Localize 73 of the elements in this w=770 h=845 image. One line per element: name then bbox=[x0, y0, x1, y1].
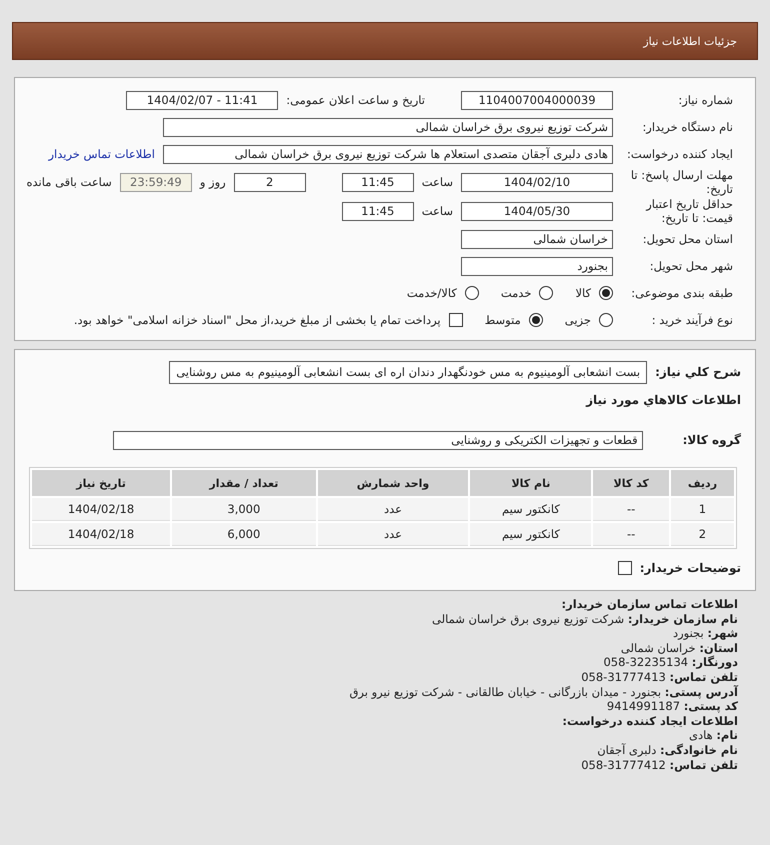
table-cell: عدد bbox=[318, 498, 468, 521]
countdown-timer: 23:59:49 bbox=[120, 172, 192, 192]
table-cell: -- bbox=[593, 498, 669, 521]
field-label: شماره نیاز: bbox=[677, 93, 733, 107]
field-label: کالا bbox=[575, 286, 591, 300]
input-field[interactable]: 11:45 bbox=[342, 202, 414, 220]
table-cell: 3,000 bbox=[172, 498, 316, 521]
radio-button[interactable] bbox=[528, 313, 543, 327]
field-label: ساعت باقی مانده bbox=[26, 175, 112, 189]
column-header: تاریخ نیاز bbox=[32, 470, 170, 496]
input-field[interactable]: 2 bbox=[234, 172, 306, 192]
column-header: کد کالا bbox=[593, 470, 669, 496]
input-field[interactable]: 1104007004000039 bbox=[461, 90, 613, 110]
contact-link[interactable]: اطلاعات تماس خریدار bbox=[48, 147, 155, 161]
contact-line: نام خانوادگی: دلبری آجقان bbox=[597, 742, 738, 758]
column-header: نام کالا bbox=[470, 470, 592, 496]
field-label: حداقل تاریخ اعتبار قیمت: تا تاریخ: bbox=[644, 197, 733, 225]
radio-button[interactable] bbox=[599, 313, 613, 327]
field-label: پرداخت تمام یا بخشی از مبلغ خرید،از محل "اسناد خزانه اسلامی" خواهد بود. bbox=[74, 313, 441, 327]
table-cell: کانکتور سیم bbox=[470, 523, 592, 546]
input-field[interactable]: خراسان شمالی bbox=[461, 230, 613, 248]
field-label: توضیحات خریدار: bbox=[640, 561, 741, 575]
field-label: ایجاد کننده درخواست: bbox=[626, 147, 733, 161]
field-label: ساعت bbox=[422, 175, 453, 189]
input-field[interactable]: شرکت توزیع نیروی برق خراسان شمالی bbox=[163, 118, 613, 136]
field-label: مهلت ارسال پاسخ: تا تاریخ: bbox=[630, 168, 733, 196]
field-label: متوسط bbox=[484, 313, 521, 327]
field-label: تاریخ و ساعت اعلان عمومی: bbox=[286, 93, 425, 107]
section-heading: اطلاعات کالاهاي مورد نياز bbox=[584, 393, 741, 407]
radio-button[interactable] bbox=[539, 286, 554, 300]
contact-line: آدرس پستی: بجنورد - میدان بازرگانی - خیابان طالقانی - شرکت توزیع نیرو برق bbox=[349, 684, 738, 700]
field-label: کالا/خدمت bbox=[406, 286, 457, 300]
field-label: خدمت bbox=[500, 286, 532, 300]
input-field[interactable]: بجنورد bbox=[461, 256, 613, 276]
field-label: ساعت bbox=[422, 204, 453, 218]
contact-line: شهر: بجنورد bbox=[672, 626, 738, 641]
input-field[interactable]: 1404/02/07 - 11:41 bbox=[126, 90, 278, 110]
page-title: جزئیات اطلاعات نیاز bbox=[643, 34, 737, 48]
table-cell: 1404/02/18 bbox=[32, 523, 170, 546]
input-field[interactable]: هادی دلبری آجقان متصدی استعلام ها شرکت توزیع نیروی برق خراسان شمالی bbox=[163, 144, 613, 164]
field-label: استان محل تحویل: bbox=[642, 232, 733, 246]
field-label: شهر محل تحویل: bbox=[648, 259, 733, 273]
checkbox[interactable] bbox=[618, 561, 632, 575]
input-field[interactable]: 11:45 bbox=[342, 172, 414, 192]
table-cell: 1 bbox=[670, 498, 734, 521]
table-cell: -- bbox=[593, 523, 669, 546]
field-label: گروه کالا: bbox=[682, 433, 741, 447]
contact-line: نام: هادی bbox=[688, 728, 738, 743]
field-label: طبقه بندی موضوعی: bbox=[630, 286, 733, 300]
table-cell: عدد bbox=[318, 523, 468, 546]
contact-heading: اطلاعات تماس سازمان خریدار: bbox=[561, 597, 738, 612]
checkbox[interactable] bbox=[448, 313, 463, 327]
field-label: نام دستگاه خریدار: bbox=[641, 120, 733, 134]
field-label: جزیی bbox=[564, 313, 591, 327]
field-label: روز و bbox=[200, 175, 226, 189]
table-cell: 1404/02/18 bbox=[32, 498, 170, 521]
table-cell: کانکتور سیم bbox=[470, 498, 592, 521]
table-cell: 2 bbox=[670, 523, 734, 546]
input-field[interactable]: قطعات و تجهیزات الکتریکی و روشنایی bbox=[112, 430, 643, 450]
field-label: نوع فرآیند خرید : bbox=[650, 313, 733, 327]
table-cell: 6,000 bbox=[172, 523, 316, 546]
contact-line: نام سازمان خریدار: شرکت توزیع نیروی برق خراسان شمالی bbox=[432, 612, 738, 626]
column-header: تعداد / مقدار bbox=[172, 470, 316, 496]
contact-heading: اطلاعات ایجاد کننده درخواست: bbox=[562, 714, 738, 728]
radio-button[interactable] bbox=[599, 286, 613, 300]
column-header: ردیف bbox=[670, 470, 734, 496]
input-field[interactable]: 1404/02/10 bbox=[461, 172, 613, 192]
radio-button[interactable] bbox=[464, 286, 479, 300]
input-field[interactable]: بست انشعابی آلومینیوم به مس خودنگهدار دندان اره ای بست انشعابی آلومینیوم به مس روشنایی bbox=[169, 360, 648, 384]
contact-line: استان: خراسان شمالی bbox=[620, 640, 738, 656]
input-field[interactable]: 1404/05/30 bbox=[461, 202, 613, 220]
column-header: واحد شمارش bbox=[318, 470, 468, 496]
field-label: شرح کلي نياز: bbox=[655, 365, 741, 379]
